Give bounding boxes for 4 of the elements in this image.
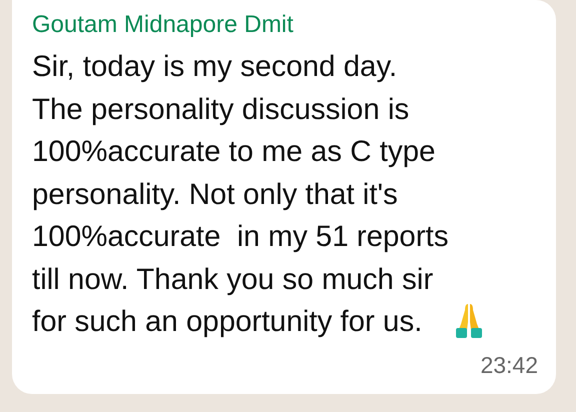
praying-hands-icon [454, 302, 482, 340]
message-time: 23:42 [480, 350, 538, 380]
sender-name: Goutam Midnapore Dmit [32, 10, 294, 40]
message-text: Sir, today is my second day. The personality discussion is 100%accurate to me as C type personality. Not only that it's 100%accurate in my 51 reports till now. Thank you so much sir for such an opportunity for us. [32, 49, 448, 340]
